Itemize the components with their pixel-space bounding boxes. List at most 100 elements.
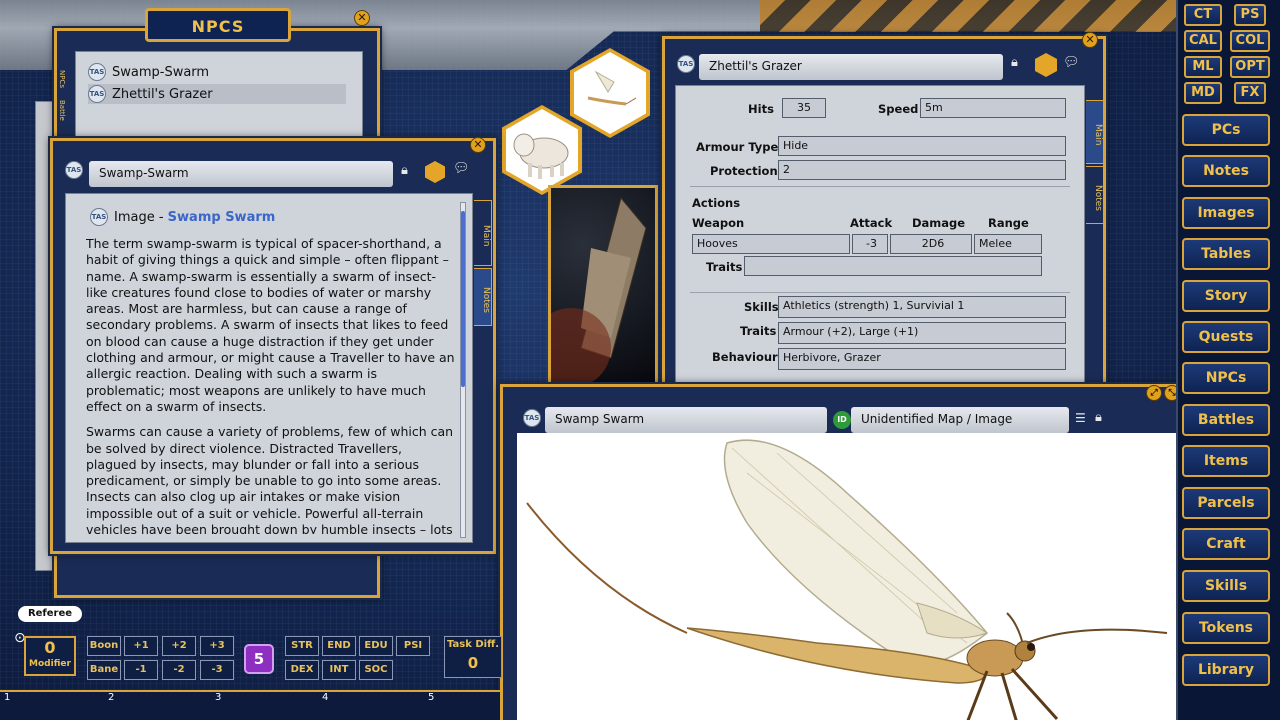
boon-button[interactable]: Boon xyxy=(87,636,121,656)
tab-main[interactable]: Main xyxy=(1086,100,1104,164)
notes-panel: TAS Image - Swamp Swarm The term swamp-s… xyxy=(65,193,473,543)
sidebar-item-parcels[interactable]: Parcels xyxy=(1182,487,1270,519)
sidebar-button-col[interactable]: COL xyxy=(1230,30,1270,52)
range-field[interactable]: Melee xyxy=(974,234,1042,254)
hotkey-2[interactable]: 2 xyxy=(108,692,114,703)
npc-name-field[interactable]: Zhettil's Grazer xyxy=(699,54,1003,80)
stat-end-button[interactable]: END xyxy=(322,636,356,656)
traits-field[interactable]: Armour (+2), Large (+1) xyxy=(778,322,1066,344)
hotkey-1[interactable]: 1 xyxy=(4,692,10,703)
divider xyxy=(690,186,1070,187)
chat-icon[interactable]: 💬︎ xyxy=(453,161,470,176)
sidebar-item-tokens[interactable]: Tokens xyxy=(1182,612,1270,644)
stat-edu-button[interactable]: EDU xyxy=(359,636,393,656)
armour-type-label: Armour Type xyxy=(696,140,779,154)
identification-field[interactable]: Unidentified Map / Image xyxy=(851,407,1069,433)
image-title-field[interactable]: Swamp Swarm xyxy=(545,407,827,433)
plus3-button[interactable]: +3 xyxy=(200,636,234,656)
attack-field[interactable]: -3 xyxy=(852,234,888,254)
sidebar-button-cal[interactable]: CAL xyxy=(1184,30,1222,52)
sidebar-item-library[interactable]: Library xyxy=(1182,654,1270,686)
modifier-box[interactable]: 0 Modifier xyxy=(24,636,76,676)
npcs-list-panel: TAS Swamp-Swarm TAS Zhettil's Grazer xyxy=(75,51,363,141)
portrait-hex-icon[interactable] xyxy=(1035,53,1057,77)
minus2-button[interactable]: -2 xyxy=(162,660,196,680)
hotkey-4[interactable]: 4 xyxy=(322,692,328,703)
tas-icon: TAS xyxy=(523,409,541,427)
lock-icon[interactable]: 🔒︎ xyxy=(401,163,408,178)
hotkey-5[interactable]: 5 xyxy=(428,692,434,703)
layers-icon[interactable]: ☰ xyxy=(1075,411,1086,425)
skills-field[interactable]: Athletics (strength) 1, Survivial 1 xyxy=(778,296,1066,318)
sidebar-item-npcs[interactable]: NPCs xyxy=(1182,362,1270,394)
speed-field[interactable]: 5m xyxy=(920,98,1066,118)
image-link[interactable]: Swamp Swarm xyxy=(168,210,276,225)
minus1-button[interactable]: -1 xyxy=(124,660,158,680)
weapon-traits-label: Traits xyxy=(706,260,743,274)
plus1-button[interactable]: +1 xyxy=(124,636,158,656)
close-icon[interactable]: ✕ xyxy=(470,137,486,153)
bison-icon xyxy=(513,133,569,179)
task-difficulty-box[interactable]: Task Diff. 0 xyxy=(444,636,502,678)
plus2-button[interactable]: +2 xyxy=(162,636,196,656)
sidebar-item-pcs[interactable]: PCs xyxy=(1182,114,1270,146)
list-item[interactable]: TAS Swamp-Swarm xyxy=(88,62,346,82)
tab-notes[interactable]: Notes xyxy=(474,268,492,326)
sidebar-item-items[interactable]: Items xyxy=(1182,445,1270,477)
minus3-button[interactable]: -3 xyxy=(200,660,234,680)
image-link-header[interactable]: Image - Swamp Swarm xyxy=(114,210,275,225)
stat-psi-button[interactable]: PSI xyxy=(396,636,430,656)
tab-notes[interactable]: Notes xyxy=(1086,166,1104,224)
sidebar-button-ps[interactable]: PS xyxy=(1234,4,1266,26)
sidebar-item-tables[interactable]: Tables xyxy=(1182,238,1270,270)
sidebar-item-craft[interactable]: Craft xyxy=(1182,528,1270,560)
sidebar-button-opt[interactable]: OPT xyxy=(1230,56,1270,78)
stat-soc-button[interactable]: SOC xyxy=(359,660,393,680)
weapon-field[interactable]: Hooves xyxy=(692,234,850,254)
id-badge-icon[interactable]: ID xyxy=(833,411,851,429)
actions-label: Actions xyxy=(692,196,741,210)
sidebar-button-fx[interactable]: FX xyxy=(1234,82,1266,104)
swarm-portrait[interactable] xyxy=(570,48,650,138)
grazer-portrait[interactable] xyxy=(502,105,582,195)
close-icon[interactable]: ✕ xyxy=(1082,32,1098,48)
stat-str-button[interactable]: STR xyxy=(285,636,319,656)
tas-icon: TAS xyxy=(677,55,695,73)
bane-button[interactable]: Bane xyxy=(87,660,121,680)
npc-name-field[interactable]: Swamp-Swarm xyxy=(89,161,393,187)
armour-type-field[interactable]: Hide xyxy=(778,136,1066,156)
list-item[interactable]: TAS Zhettil's Grazer xyxy=(88,84,346,104)
lock-icon[interactable]: 🔒︎ xyxy=(1011,55,1018,70)
scrollbar[interactable] xyxy=(460,202,466,538)
hits-field[interactable]: 35 xyxy=(782,98,826,118)
sidebar-item-images[interactable]: Images xyxy=(1182,197,1270,229)
sidebar-button-md[interactable]: MD xyxy=(1184,82,1222,104)
dice-icon[interactable]: 5 xyxy=(244,644,274,674)
protection-field[interactable]: 2 xyxy=(778,160,1066,180)
chat-icon[interactable]: 💬︎ xyxy=(1063,55,1080,70)
sidebar-item-skills[interactable]: Skills xyxy=(1182,570,1270,602)
weapon-traits-field[interactable] xyxy=(744,256,1042,276)
portrait-hex-icon[interactable] xyxy=(425,161,445,183)
image-canvas[interactable] xyxy=(517,433,1179,720)
tab-main[interactable]: Main xyxy=(474,200,492,266)
link-icon[interactable]: ⤢ xyxy=(1146,385,1162,401)
damage-field[interactable]: 2D6 xyxy=(890,234,972,254)
scroll-thumb[interactable] xyxy=(461,211,465,387)
sidebar-item-story[interactable]: Story xyxy=(1182,280,1270,312)
sidebar-item-battles[interactable]: Battles xyxy=(1182,404,1270,436)
sidebar-item-quests[interactable]: Quests xyxy=(1182,321,1270,353)
close-icon[interactable]: ✕ xyxy=(354,10,370,26)
stat-dex-button[interactable]: DEX xyxy=(285,660,319,680)
side-tab-battle[interactable]: Battle xyxy=(58,100,66,121)
starship-icon xyxy=(551,196,647,382)
sidebar-item-notes[interactable]: Notes xyxy=(1182,155,1270,187)
sidebar-button-ct[interactable]: CT xyxy=(1184,4,1222,26)
side-tab-npcs[interactable]: NPCs xyxy=(58,70,66,88)
stat-int-button[interactable]: INT xyxy=(322,660,356,680)
attack-header: Attack xyxy=(850,216,893,230)
behaviour-field[interactable]: Herbivore, Grazer xyxy=(778,348,1066,370)
hotkey-3[interactable]: 3 xyxy=(215,692,221,703)
lock-icon[interactable]: 🔒︎ xyxy=(1095,410,1102,425)
sidebar-button-ml[interactable]: ML xyxy=(1184,56,1222,78)
